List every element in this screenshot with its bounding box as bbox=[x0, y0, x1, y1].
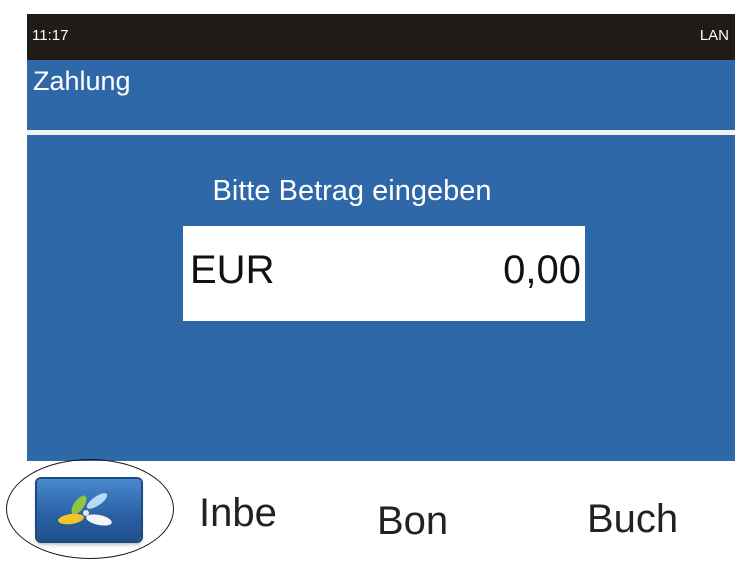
title-bar: Zahlung bbox=[27, 60, 735, 130]
status-time: 11:17 bbox=[32, 27, 69, 44]
amount-input[interactable]: EUR 0,00 bbox=[183, 226, 585, 321]
connection-status: LAN bbox=[699, 27, 729, 44]
page-title: Zahlung bbox=[33, 66, 131, 96]
amount-prompt: Bitte Betrag eingeben bbox=[212, 175, 492, 207]
softkey-bar: Inbe Bon Buch bbox=[27, 461, 735, 563]
softkey-inbe[interactable]: Inbe bbox=[199, 491, 277, 536]
menu-softkey[interactable] bbox=[37, 479, 141, 541]
softkey-buch[interactable]: Buch bbox=[587, 497, 678, 542]
terminal-screen: 11:17 LAN Zahlung Bitte Betrag eingeben … bbox=[27, 14, 735, 563]
payment-panel: Bitte Betrag eingeben EUR 0,00 bbox=[27, 135, 735, 461]
currency-label: EUR bbox=[190, 248, 275, 292]
amount-value: 0,00 bbox=[503, 248, 581, 292]
status-bar: 11:17 LAN bbox=[27, 14, 735, 60]
flower-logo-icon bbox=[58, 493, 112, 526]
softkey-bon[interactable]: Bon bbox=[377, 499, 448, 544]
